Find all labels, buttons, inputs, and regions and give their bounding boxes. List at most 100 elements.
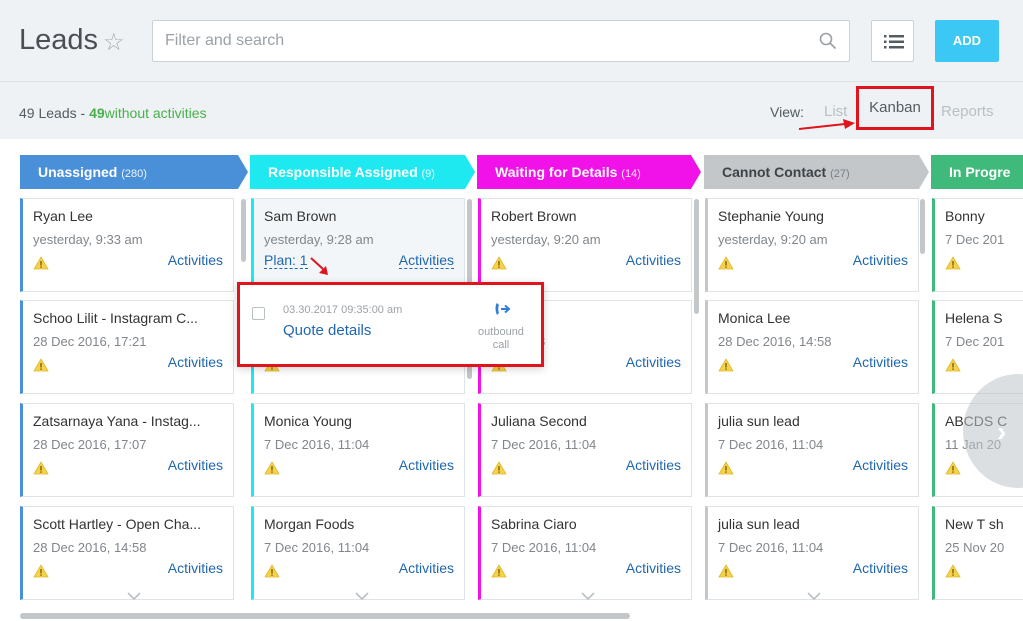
- column-scrollbar[interactable]: [241, 199, 246, 262]
- lead-date: 7 Dec 2016, 11:04: [718, 437, 824, 452]
- lead-card[interactable]: Sam Brown yesterday, 9:28 am Plan: 1 Activi…: [251, 198, 465, 292]
- column-count: (14): [621, 168, 641, 180]
- activities-link[interactable]: Activities: [853, 354, 908, 370]
- lead-name[interactable]: Robert Brown: [491, 208, 577, 224]
- lead-name[interactable]: Morgan Foods: [264, 516, 354, 532]
- activities-link[interactable]: Activities: [626, 560, 681, 576]
- lead-name[interactable]: Bonny: [945, 208, 985, 224]
- lead-card[interactable]: Stephanie Young yesterday, 9:20 am Activit…: [705, 198, 919, 292]
- lead-name[interactable]: New T sh: [945, 516, 1004, 532]
- lead-card[interactable]: Monica Lee 28 Dec 2016, 14:58 Activities: [705, 300, 919, 394]
- activity-checkbox[interactable]: [252, 307, 265, 320]
- activities-link[interactable]: Activities: [168, 560, 223, 576]
- lead-date: 7 Dec 2016, 11:04: [718, 540, 824, 555]
- lead-name[interactable]: Helena S: [945, 310, 1003, 326]
- column-header[interactable]: Unassigned (280): [20, 155, 248, 189]
- lead-card[interactable]: Monica Young 7 Dec 2016, 11:04 Activities: [251, 403, 465, 497]
- warning-icon: [491, 461, 507, 475]
- column-title: Waiting for Details: [495, 164, 618, 180]
- lead-card[interactable]: Scott Hartley - Open Cha... 28 Dec 2016, …: [20, 506, 234, 600]
- lead-name[interactable]: Monica Lee: [718, 310, 790, 326]
- lead-name[interactable]: Ryan Lee: [33, 208, 93, 224]
- activities-link[interactable]: Activities: [168, 252, 223, 268]
- lead-card[interactable]: New T sh 25 Nov 20: [932, 506, 1023, 600]
- add-button[interactable]: ADD: [935, 20, 999, 62]
- without-label[interactable]: without activities: [105, 105, 207, 121]
- lead-name[interactable]: Schoo Lilit - Instagram C...: [33, 310, 198, 326]
- lead-name[interactable]: Sabrina Ciaro: [491, 516, 577, 532]
- activities-link[interactable]: Activities: [853, 560, 908, 576]
- lead-card[interactable]: Morgan Foods 7 Dec 2016, 11:04 Activities: [251, 506, 465, 600]
- lead-card[interactable]: julia sun lead 7 Dec 2016, 11:04 Activitie…: [705, 506, 919, 600]
- lead-name[interactable]: Monica Young: [264, 413, 352, 429]
- column-title: Cannot Contact: [722, 164, 827, 180]
- activities-link[interactable]: Activities: [399, 457, 454, 473]
- activities-link[interactable]: Activities: [168, 457, 223, 473]
- activity-type-line1: outbound: [478, 326, 524, 338]
- lead-name[interactable]: Stephanie Young: [718, 208, 824, 224]
- chevron-down-icon[interactable]: [807, 591, 821, 601]
- column-header[interactable]: Responsible Assigned (9): [250, 155, 475, 189]
- horizontal-scrollbar[interactable]: [20, 613, 630, 619]
- lead-date: 7 Dec 2016, 11:04: [264, 540, 370, 555]
- column-header[interactable]: Waiting for Details (14): [477, 155, 701, 189]
- lead-card[interactable]: Bonny 7 Dec 201: [932, 198, 1023, 292]
- warning-icon: [491, 256, 507, 270]
- lead-card[interactable]: Juliana Second 7 Dec 2016, 11:04 Activitie…: [478, 403, 692, 497]
- search-box[interactable]: [152, 20, 850, 62]
- activities-link[interactable]: Activities: [626, 457, 681, 473]
- warning-icon: [945, 256, 961, 270]
- chevron-down-icon[interactable]: [581, 591, 595, 601]
- view-kanban-link[interactable]: Kanban: [856, 86, 934, 130]
- column-count: (9): [421, 168, 435, 180]
- list-view-button[interactable]: [871, 20, 914, 62]
- warning-icon: [945, 358, 961, 372]
- activity-time: 03.30.2017 09:35:00 am: [283, 304, 403, 316]
- leads-summary: 49 Leads - 49without activities: [19, 105, 207, 121]
- column-header[interactable]: In Progre: [931, 155, 1023, 189]
- star-icon[interactable]: ☆: [103, 28, 125, 57]
- lead-card[interactable]: Ryan Lee yesterday, 9:33 am Activities: [20, 198, 234, 292]
- activity-type: outbound call: [466, 326, 536, 352]
- plan-link[interactable]: Plan: 1: [264, 252, 308, 269]
- column-header[interactable]: Cannot Contact (27): [704, 155, 929, 189]
- lead-name[interactable]: julia sun lead: [718, 413, 800, 429]
- warning-icon: [718, 256, 734, 270]
- lead-card[interactable]: Schoo Lilit - Instagram C... 28 Dec 2016,…: [20, 300, 234, 394]
- annotation-arrow-icon: [798, 119, 855, 130]
- search-icon[interactable]: [819, 32, 837, 50]
- lead-date: 7 Dec 201: [945, 334, 1005, 349]
- warning-icon: [33, 358, 49, 372]
- lead-date: 7 Dec 2016, 11:04: [264, 437, 370, 452]
- view-reports-link[interactable]: Reports: [941, 103, 994, 120]
- lead-card[interactable]: julia sun lead 7 Dec 2016, 11:04 Activitie…: [705, 403, 919, 497]
- lead-card[interactable]: Sabrina Ciaro 7 Dec 2016, 11:04 Activities: [478, 506, 692, 600]
- activities-link[interactable]: Activities: [398, 252, 454, 269]
- warning-icon: [945, 564, 961, 578]
- activities-link[interactable]: Activities: [168, 354, 223, 370]
- lead-date: 28 Dec 2016, 17:07: [33, 437, 147, 452]
- chevron-right-icon: ›: [997, 416, 1007, 447]
- column-scrollbar[interactable]: [694, 199, 699, 314]
- lead-name[interactable]: Scott Hartley - Open Cha...: [33, 516, 201, 532]
- activities-link[interactable]: Activities: [626, 354, 681, 370]
- column-title: Responsible Assigned: [268, 164, 418, 180]
- search-input[interactable]: [153, 21, 793, 61]
- chevron-down-icon[interactable]: [127, 591, 141, 601]
- activity-link[interactable]: Quote details: [283, 322, 371, 339]
- lead-card[interactable]: Zatsarnaya Yana - Instag... 28 Dec 2016, …: [20, 403, 234, 497]
- lead-card[interactable]: Robert Brown yesterday, 9:20 am Activities: [478, 198, 692, 292]
- activities-link[interactable]: Activities: [399, 560, 454, 576]
- activities-link[interactable]: Activities: [853, 457, 908, 473]
- chevron-down-icon[interactable]: [355, 591, 369, 601]
- lead-name[interactable]: Sam Brown: [264, 208, 336, 224]
- column-scrollbar[interactable]: [920, 199, 925, 254]
- lead-name[interactable]: Zatsarnaya Yana - Instag...: [33, 413, 201, 429]
- activities-link[interactable]: Activities: [626, 252, 681, 268]
- lead-name[interactable]: julia sun lead: [718, 516, 800, 532]
- leads-count: 49: [19, 105, 35, 121]
- warning-icon: [33, 461, 49, 475]
- lead-name[interactable]: Juliana Second: [491, 413, 587, 429]
- page-title: Leads: [19, 24, 99, 56]
- activities-link[interactable]: Activities: [853, 252, 908, 268]
